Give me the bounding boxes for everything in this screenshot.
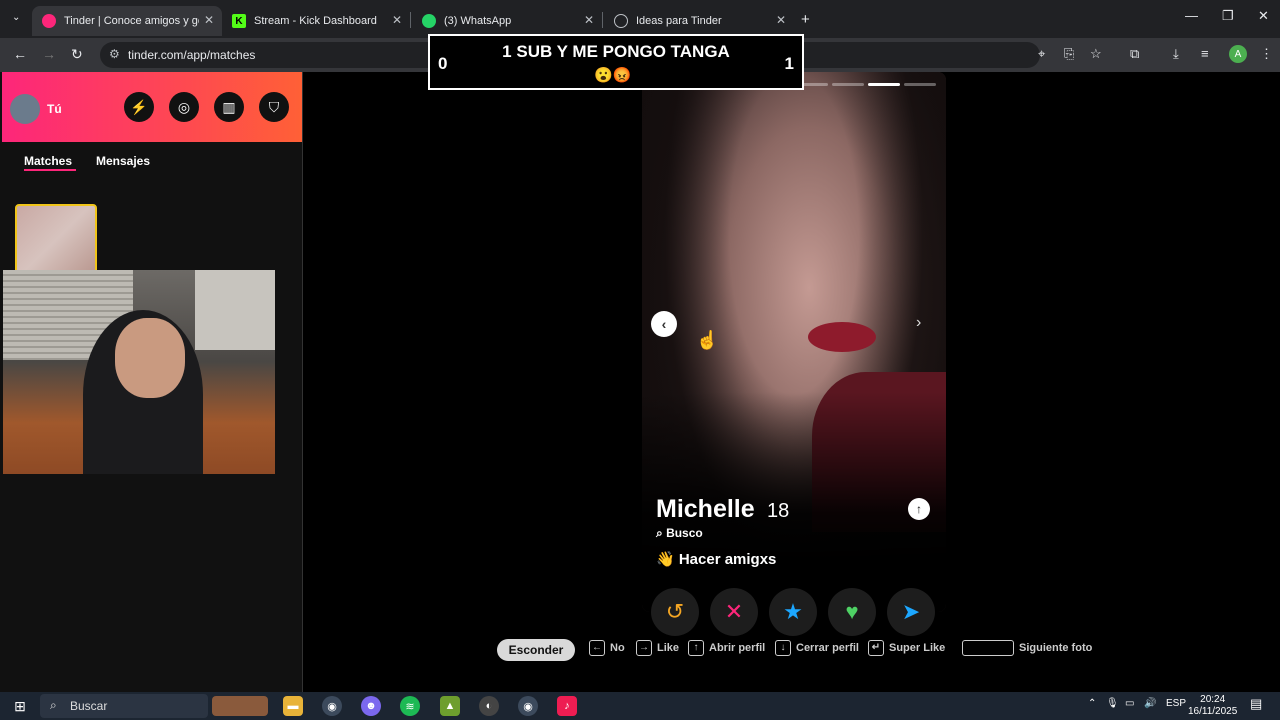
close-icon[interactable]: ✕ xyxy=(204,13,214,27)
tinder-icon xyxy=(42,14,56,28)
restore-icon[interactable]: ❐ xyxy=(1222,8,1234,24)
notifications-icon[interactable]: ▤ xyxy=(1250,696,1262,712)
location-icon[interactable]: ⌖ xyxy=(1038,46,1045,62)
hint-open-profile: ↑ Abrir perfil xyxy=(688,640,765,656)
install-app-icon[interactable]: ⎘ xyxy=(1064,46,1074,62)
discord-icon[interactable]: ☻ xyxy=(361,696,381,716)
mic-icon[interactable]: 🎙 xyxy=(1106,698,1119,709)
open-profile-button[interactable]: ↑ xyxy=(908,498,930,520)
obs-icon[interactable]: ◐ xyxy=(479,696,499,716)
android-studio-icon[interactable]: ▲ xyxy=(440,696,460,716)
tab-ideas[interactable]: Ideas para Tinder ✕ xyxy=(604,6,794,36)
match-thumbnail[interactable] xyxy=(15,204,97,276)
taskbar-search[interactable]: ⌕ Buscar xyxy=(40,694,208,718)
spotify-icon[interactable]: ≋ xyxy=(400,696,420,716)
minimize-icon[interactable]: — xyxy=(1185,8,1198,23)
like-button[interactable]: ♥ xyxy=(828,588,876,636)
widget-icon[interactable] xyxy=(212,696,268,716)
webcam-overlay xyxy=(3,270,275,474)
search-icon: ⌕ xyxy=(50,698,57,712)
user-avatar[interactable] xyxy=(10,94,40,124)
tray-expand-icon[interactable]: ⌃ xyxy=(1088,698,1096,709)
shield-icon[interactable]: ⛉ xyxy=(259,92,289,122)
tiktok-icon[interactable]: ♪ xyxy=(557,696,577,716)
user-label[interactable]: Tú xyxy=(47,102,62,116)
background-wall xyxy=(195,270,275,350)
kick-icon: K xyxy=(232,14,246,28)
tab-whatsapp[interactable]: (3) WhatsApp ✕ xyxy=(412,6,602,36)
chatgpt-icon xyxy=(614,14,628,28)
overlay-title: 1 SUB Y ME PONGO TANGA xyxy=(502,42,730,61)
superlike-button[interactable]: ★ xyxy=(769,588,817,636)
browser-tab-bar: ⌄ Tinder | Conoce amigos y gente ✕ K Str… xyxy=(0,0,1280,38)
volume-icon[interactable]: 🔊 xyxy=(1144,698,1156,709)
clock[interactable]: 20:24 16/11/2025 xyxy=(1188,694,1237,718)
back-icon[interactable]: ← xyxy=(13,46,27,62)
language-indicator[interactable]: ESP xyxy=(1166,698,1186,709)
active-tab-indicator xyxy=(24,169,76,171)
tab-messages[interactable]: Mensajes xyxy=(96,154,150,168)
forward-icon[interactable]: → xyxy=(42,46,56,62)
site-info-icon[interactable]: ⚙ xyxy=(109,47,120,61)
reload-icon[interactable]: ↻ xyxy=(71,46,83,63)
tab-matches[interactable]: Matches xyxy=(24,154,72,168)
boost-icon[interactable]: ⚡ xyxy=(124,92,154,122)
url-text: tinder.com/app/matches xyxy=(128,48,256,62)
photo-progress-segment xyxy=(832,83,864,86)
file-explorer-icon[interactable]: ▬ xyxy=(283,696,303,716)
looking-for-label: ⌕ Busco xyxy=(656,526,703,540)
photo-progress-segment xyxy=(904,83,936,86)
taskbar: ⊞ ⌕ Buscar ▬ ◉ ☻ ≋ ▲ ◐ ◉ ♪ ⌃ 🎙 ▭ 🔊 ESP 2… xyxy=(0,692,1280,720)
new-tab-icon[interactable]: + xyxy=(801,11,810,28)
profile-name: Michelle xyxy=(656,495,755,523)
extensions-icon[interactable]: ⧉ xyxy=(1130,46,1139,62)
chrome-profile-icon[interactable]: ◉ xyxy=(518,696,538,716)
overlay-emojis: 😮😡 xyxy=(594,67,632,84)
tab-kick[interactable]: K Stream - Kick Dashboard ✕ xyxy=(222,6,410,36)
windows-start-icon[interactable]: ⊞ xyxy=(10,696,30,716)
stream-overlay: 1 SUB Y ME PONGO TANGA 0 1 😮😡 xyxy=(428,34,804,90)
profile-avatar[interactable]: A xyxy=(1229,45,1247,63)
menu-icon[interactable]: ⋮ xyxy=(1260,46,1273,62)
score-left: 0 xyxy=(438,54,448,73)
hint-no: ← No xyxy=(589,640,625,656)
hint-next-photo: Siguiente foto xyxy=(962,640,1092,656)
close-icon[interactable]: ✕ xyxy=(392,13,402,27)
whatsapp-icon xyxy=(422,14,436,28)
tab-tinder[interactable]: Tinder | Conoce amigos y gente ✕ xyxy=(32,6,222,36)
hand-cursor-icon: ☝ xyxy=(696,330,719,350)
nope-button[interactable]: ✕ xyxy=(710,588,758,636)
streamer-face xyxy=(115,318,185,398)
hide-hints-button[interactable]: Esconder xyxy=(497,639,575,661)
close-icon[interactable]: ✕ xyxy=(584,13,594,27)
looking-for-value: 👋 Hacer amigxs xyxy=(656,551,777,568)
briefcase-icon[interactable]: ▥ xyxy=(214,92,244,122)
next-photo-icon[interactable]: › xyxy=(916,314,921,332)
sidebar-header: Tú ⚡ ◎ ▥ ⛉ xyxy=(2,72,302,142)
previous-photo-button[interactable]: ‹ xyxy=(651,311,677,337)
chrome-icon[interactable]: ◉ xyxy=(322,696,342,716)
score-right: 1 xyxy=(784,54,794,73)
tab-list-icon[interactable]: ⌄ xyxy=(12,12,20,23)
close-icon[interactable]: ✕ xyxy=(776,13,786,27)
explore-icon[interactable]: ◎ xyxy=(169,92,199,122)
photo-progress-segment xyxy=(868,83,900,86)
hint-superlike: ↵ Super Like xyxy=(868,640,945,656)
hint-like: → Like xyxy=(636,640,679,656)
profile-age: 18 xyxy=(767,500,790,522)
media-icon[interactable]: ≡ xyxy=(1201,46,1209,61)
close-window-icon[interactable]: ✕ xyxy=(1258,8,1269,24)
bookmark-star-icon[interactable]: ☆ xyxy=(1090,46,1102,62)
download-icon[interactable]: ⤓ xyxy=(1173,46,1179,62)
boost-button[interactable]: ➤ xyxy=(887,588,935,636)
rewind-button[interactable]: ↺ xyxy=(651,588,699,636)
hint-close-profile: ↓ Cerrar perfil xyxy=(775,640,859,656)
network-icon[interactable]: ▭ xyxy=(1125,698,1134,709)
